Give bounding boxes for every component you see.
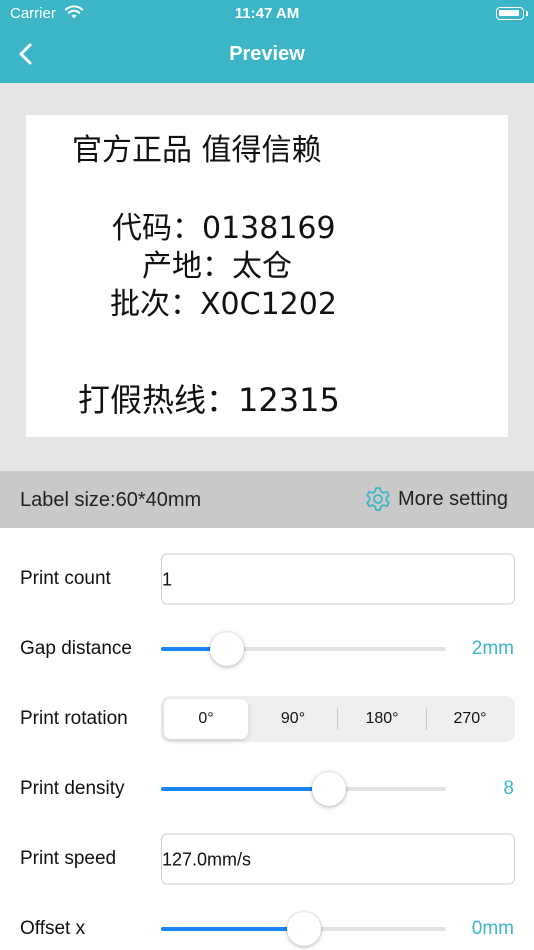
gap-distance-value: 2mm bbox=[471, 638, 514, 659]
label-line-5: 打假热线：12315 bbox=[78, 381, 340, 419]
print-count-label: Print count bbox=[20, 568, 111, 589]
label-line-1: 官方正品 值得信赖 bbox=[72, 133, 322, 168]
rotation-option-0[interactable]: 0° bbox=[164, 699, 248, 739]
print-density-value: 8 bbox=[503, 778, 514, 799]
offset-x-label: Offset x bbox=[20, 918, 86, 939]
status-bar: Carrier 11:47 AM bbox=[0, 0, 534, 28]
more-setting-button[interactable]: More setting bbox=[364, 485, 508, 513]
label-line-4: 批次：X0C1202 bbox=[110, 287, 337, 322]
print-rotation-label: Print rotation bbox=[20, 708, 128, 729]
print-speed-value: 127.0mm/s bbox=[162, 849, 252, 870]
slider-fill bbox=[161, 927, 304, 931]
slider-thumb[interactable] bbox=[286, 912, 321, 946]
row-print-rotation: Print rotation 0° 90° 180° 270° bbox=[0, 684, 534, 754]
print-count-input[interactable]: 1 bbox=[161, 553, 515, 605]
segment-divider bbox=[337, 708, 338, 730]
nav-bar: Preview bbox=[0, 28, 534, 83]
offset-x-slider[interactable] bbox=[161, 912, 446, 946]
info-bar: Label size:60*40mm More setting bbox=[0, 471, 534, 528]
gap-distance-label: Gap distance bbox=[20, 638, 132, 659]
print-count-value: 1 bbox=[162, 569, 173, 590]
row-offset-x: Offset x 0mm bbox=[0, 894, 534, 950]
print-density-slider[interactable] bbox=[161, 772, 446, 806]
slider-fill bbox=[161, 787, 330, 791]
settings-list: Print count 1 Gap distance 2mm Print rot… bbox=[0, 528, 534, 950]
slider-thumb[interactable] bbox=[312, 772, 347, 806]
print-rotation-segmented-control: 0° 90° 180° 270° bbox=[161, 696, 515, 742]
gear-icon bbox=[366, 487, 390, 511]
preview-area: 官方正品 值得信赖 代码：0138169 产地：太仓 批次：X0C1202 打假… bbox=[0, 83, 534, 471]
page-title: Preview bbox=[229, 43, 305, 65]
header: Carrier 11:47 AM Preview bbox=[0, 0, 534, 83]
label-preview-card: 官方正品 值得信赖 代码：0138169 产地：太仓 批次：X0C1202 打假… bbox=[26, 115, 508, 437]
slider-thumb[interactable] bbox=[209, 632, 244, 666]
rotation-option-180[interactable]: 180° bbox=[340, 699, 424, 739]
segment-divider bbox=[426, 708, 427, 730]
rotation-option-270[interactable]: 270° bbox=[428, 699, 512, 739]
print-speed-input[interactable]: 127.0mm/s bbox=[161, 833, 515, 885]
offset-x-value: 0mm bbox=[471, 918, 514, 939]
gap-distance-slider[interactable] bbox=[161, 632, 446, 666]
row-print-count: Print count 1 bbox=[0, 544, 534, 614]
rotation-option-90[interactable]: 90° bbox=[251, 699, 335, 739]
status-time: 11:47 AM bbox=[234, 5, 300, 22]
label-size-text: Label size:60*40mm bbox=[20, 489, 202, 511]
more-setting-label: More setting bbox=[398, 487, 509, 510]
row-print-density: Print density 8 bbox=[0, 754, 534, 824]
battery-icon bbox=[496, 7, 528, 20]
row-print-speed: Print speed 127.0mm/s bbox=[0, 824, 534, 894]
row-gap-distance: Gap distance 2mm bbox=[0, 614, 534, 684]
print-density-label: Print density bbox=[20, 778, 125, 799]
print-speed-label: Print speed bbox=[20, 848, 117, 869]
